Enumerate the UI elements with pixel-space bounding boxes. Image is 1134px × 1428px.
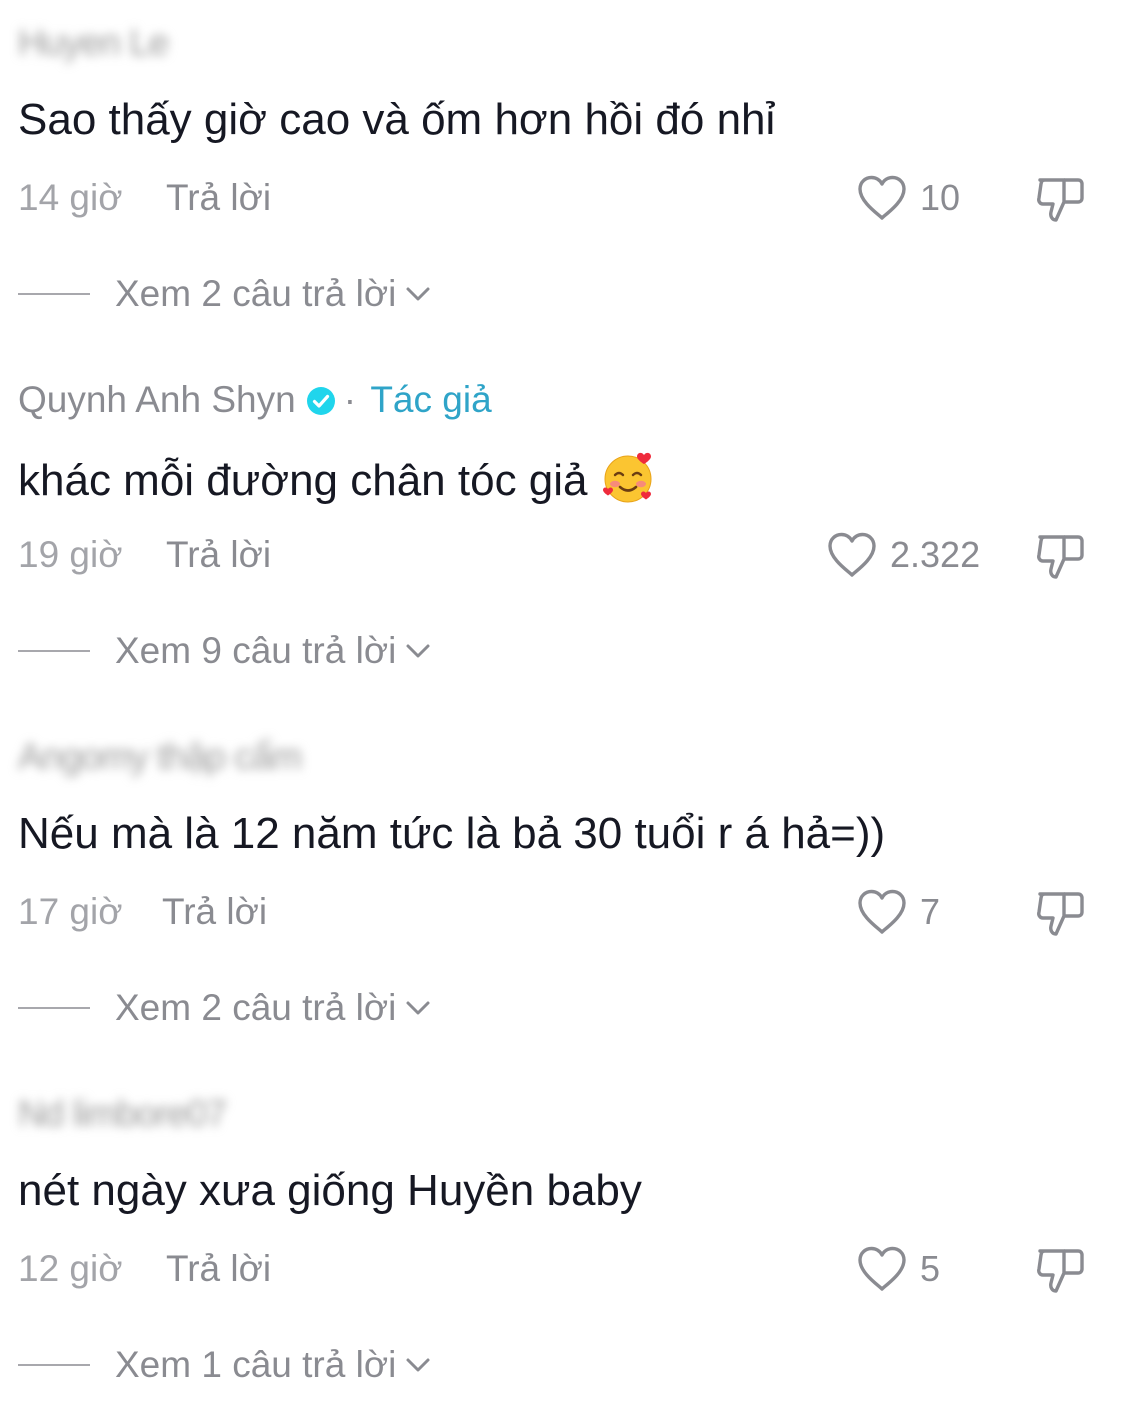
comment-username[interactable]: Angomy thập cẩm	[18, 732, 302, 782]
chevron-down-icon	[406, 644, 430, 658]
dislike-icon[interactable]	[1034, 172, 1088, 226]
view-replies-label: Xem 2 câu trả lời	[115, 273, 397, 314]
replies-divider	[18, 1364, 90, 1366]
author-separator: ·	[343, 379, 357, 420]
view-replies-button[interactable]: Xem 9 câu trả lời	[18, 629, 432, 673]
reply-button[interactable]: Trả lời	[166, 1247, 271, 1291]
comment-time: 12 giờ	[18, 1248, 123, 1289]
heart-icon	[828, 532, 876, 577]
comment-text-row: khác mỗi đường chân tóc giả	[18, 449, 656, 509]
chevron-down-icon	[406, 1358, 430, 1372]
like-count: 10	[920, 177, 961, 218]
chevron-down-icon	[406, 1001, 430, 1015]
dislike-icon[interactable]	[1034, 529, 1088, 583]
reply-button[interactable]: Trả lời	[166, 533, 271, 577]
verified-badge-icon	[306, 387, 335, 415]
comment-item: Nd limbore07 nét ngày xưa giống Huyền ba…	[0, 1071, 1134, 1428]
view-replies-label: Xem 1 câu trả lời	[115, 1344, 397, 1385]
dislike-icon[interactable]	[1034, 1243, 1088, 1297]
like-count: 5	[920, 1248, 941, 1289]
replies-divider	[18, 1007, 90, 1009]
like-count: 7	[920, 891, 941, 932]
comment-text: Sao thấy giờ cao và ốm hơn hồi đó nhỉ	[18, 95, 776, 144]
comment-time: 17 giờ	[18, 891, 123, 932]
view-replies-label: Xem 2 câu trả lời	[115, 987, 397, 1028]
comment-username[interactable]: Nd limbore07	[18, 1089, 227, 1139]
smiling-face-with-hearts-icon	[602, 452, 652, 503]
view-replies-button[interactable]: Xem 1 câu trả lời	[18, 1343, 432, 1387]
comment-text: khác mỗi đường chân tóc giả	[18, 456, 588, 505]
comment-item: Angomy thập cẩm Nếu mà là 12 năm tức là …	[0, 714, 1134, 1071]
heart-icon	[858, 889, 906, 934]
view-replies-label: Xem 9 câu trả lời	[115, 630, 397, 671]
like-button[interactable]: 10	[856, 172, 960, 224]
comment-username[interactable]: Huyen Le	[18, 18, 169, 68]
comment-time: 14 giờ	[18, 177, 123, 218]
comment-username-row: Quynh Anh Shyn · Tác giả	[18, 375, 492, 425]
replies-divider	[18, 650, 90, 652]
replies-divider	[18, 293, 90, 295]
comment-username[interactable]: Quynh Anh Shyn	[18, 379, 296, 420]
comment-item: Quynh Anh Shyn · Tác giả khác mỗi đường c…	[0, 357, 1134, 714]
like-button[interactable]: 5	[856, 1243, 940, 1295]
author-tag: Tác giả	[370, 379, 492, 420]
like-button[interactable]: 7	[856, 886, 940, 938]
comment-item: Huyen Le Sao thấy giờ cao và ốm hơn hồi …	[0, 0, 1134, 357]
comment-text: Nếu mà là 12 năm tức là bả 30 tuổi r á h…	[18, 809, 886, 858]
reply-button[interactable]: Trả lời	[162, 890, 267, 934]
like-count: 2.322	[890, 534, 981, 575]
comment-time: 19 giờ	[18, 534, 123, 575]
view-replies-button[interactable]: Xem 2 câu trả lời	[18, 986, 432, 1030]
dislike-icon[interactable]	[1034, 886, 1088, 940]
heart-icon	[858, 1246, 906, 1291]
chevron-down-icon	[406, 287, 430, 301]
like-button[interactable]: 2.322	[826, 529, 980, 581]
reply-button[interactable]: Trả lời	[166, 176, 271, 220]
comment-text: nét ngày xưa giống Huyền baby	[18, 1166, 642, 1215]
heart-icon	[858, 175, 906, 220]
view-replies-button[interactable]: Xem 2 câu trả lời	[18, 272, 432, 316]
